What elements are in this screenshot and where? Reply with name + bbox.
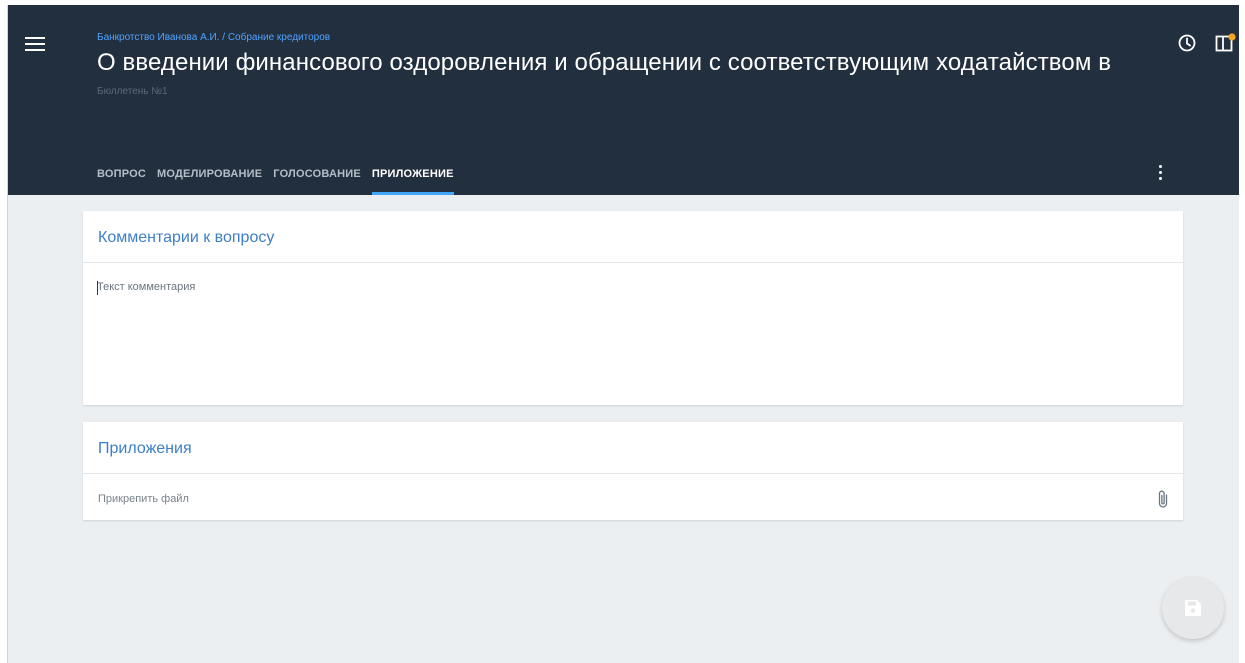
- page-title: О введении финансового оздоровления и об…: [97, 49, 1117, 76]
- save-button[interactable]: [1162, 577, 1224, 639]
- notification-dot: [1228, 33, 1236, 41]
- attachments-card: Приложения Прикрепить файл: [83, 422, 1183, 520]
- menu-icon[interactable]: [25, 37, 45, 53]
- app-header: Банкротство Иванова А.И. / Собрание кред…: [8, 5, 1239, 195]
- breadcrumb[interactable]: Банкротство Иванова А.И. / Собрание кред…: [97, 32, 330, 43]
- comments-card: Комментарии к вопросу: [83, 211, 1183, 405]
- panel-icon[interactable]: [1215, 33, 1237, 53]
- comments-title: Комментарии к вопросу: [83, 211, 1183, 263]
- save-icon: [1185, 600, 1201, 616]
- app-frame: Банкротство Иванова А.И. / Собрание кред…: [7, 5, 1239, 663]
- attach-file-label: Прикрепить файл: [98, 493, 189, 505]
- more-vert-icon[interactable]: [1155, 165, 1165, 183]
- text-caret: [97, 281, 98, 295]
- paperclip-icon[interactable]: [1157, 489, 1169, 509]
- attach-file-button[interactable]: Прикрепить файл: [83, 475, 1183, 520]
- history-icon[interactable]: [1177, 33, 1197, 53]
- attachments-title: Приложения: [83, 422, 1183, 474]
- tab-voting[interactable]: ГОЛОСОВАНИЕ: [273, 165, 361, 195]
- tab-attachment[interactable]: ПРИЛОЖЕНИЕ: [371, 165, 454, 195]
- tab-bar: ВОПРОС МОДЕЛИРОВАНИЕ ГОЛОСОВАНИЕ ПРИЛОЖЕ…: [97, 165, 465, 195]
- tab-modeling[interactable]: МОДЕЛИРОВАНИЕ: [157, 165, 262, 195]
- comment-input[interactable]: [97, 281, 1167, 391]
- tab-question[interactable]: ВОПРОС: [97, 165, 146, 195]
- page-subtitle: Бюллетень №1: [97, 86, 168, 97]
